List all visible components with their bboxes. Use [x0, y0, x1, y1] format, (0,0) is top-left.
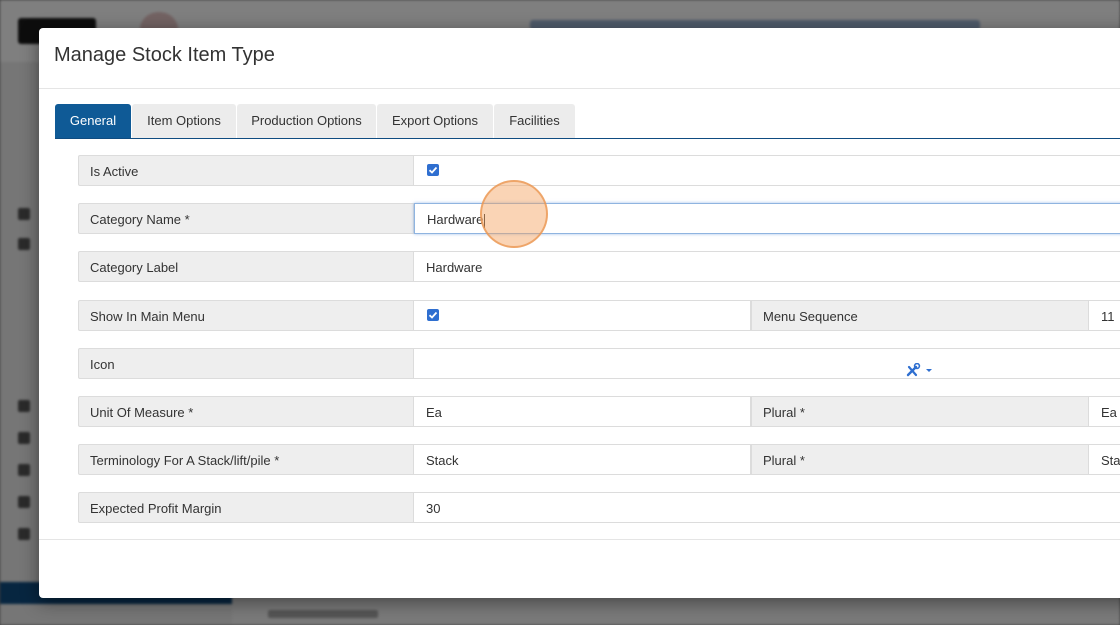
expected-profit-margin-input[interactable]: 30 [414, 492, 1120, 523]
chevron-down-icon [926, 369, 932, 372]
modal-header: Manage Stock Item Type [39, 28, 1120, 89]
icon-row: Icon [78, 348, 1120, 379]
show-in-main-menu-checkbox[interactable] [427, 309, 439, 321]
is-active-row: Is Active [78, 155, 1120, 186]
tab-general[interactable]: General [55, 104, 131, 138]
modal-footer [39, 539, 1120, 540]
tab-production-options[interactable]: Production Options [237, 104, 376, 138]
is-active-label: Is Active [78, 155, 414, 186]
stack-plural-input[interactable]: Sta [1089, 444, 1120, 475]
unit-plural-input[interactable]: Ea [1089, 396, 1120, 427]
category-name-value: Hardware [427, 212, 484, 227]
category-label-row: Category Label Hardware [78, 251, 1120, 282]
tab-bar: General Item Options Production Options … [55, 104, 1120, 139]
modal-title: Manage Stock Item Type [54, 44, 275, 66]
stack-terminology-input[interactable]: Stack [414, 444, 751, 475]
checkmark-icon [428, 166, 438, 174]
icon-label: Icon [78, 348, 414, 379]
checkmark-icon [428, 311, 438, 319]
unit-of-measure-row: Unit Of Measure * Ea Plural * Ea [78, 396, 1120, 427]
is-active-checkbox[interactable] [427, 164, 439, 176]
manage-stock-item-type-dialog: Manage Stock Item Type General Item Opti… [39, 28, 1120, 598]
icon-cell [414, 348, 1120, 379]
click-indicator [480, 180, 548, 248]
category-name-row: Category Name * Hardware [78, 203, 1120, 234]
tools-icon [906, 362, 932, 377]
category-name-label: Category Name * [78, 203, 414, 234]
icon-picker-dropdown[interactable] [906, 357, 936, 388]
category-label-input[interactable]: Hardware [414, 251, 1120, 282]
stack-terminology-row: Terminology For A Stack/lift/pile * Stac… [78, 444, 1120, 475]
menu-sequence-input[interactable]: 11 [1089, 300, 1120, 331]
category-label-label: Category Label [78, 251, 414, 282]
tab-export-options[interactable]: Export Options [377, 104, 493, 138]
tab-item-options[interactable]: Item Options [132, 104, 236, 138]
unit-of-measure-input[interactable]: Ea [414, 396, 751, 427]
unit-plural-label: Plural * [751, 396, 1089, 427]
stack-plural-label: Plural * [751, 444, 1089, 475]
expected-profit-margin-row: Expected Profit Margin 30 [78, 492, 1120, 523]
stack-terminology-label: Terminology For A Stack/lift/pile * [78, 444, 414, 475]
show-in-main-menu-row: Show In Main Menu Menu Sequence 11 [78, 300, 1120, 331]
tab-facilities[interactable]: Facilities [494, 104, 575, 138]
show-in-main-menu-label: Show In Main Menu [78, 300, 414, 331]
menu-sequence-label: Menu Sequence [751, 300, 1089, 331]
show-in-main-menu-cell [414, 300, 751, 331]
unit-of-measure-label: Unit Of Measure * [78, 396, 414, 427]
expected-profit-margin-label: Expected Profit Margin [78, 492, 414, 523]
